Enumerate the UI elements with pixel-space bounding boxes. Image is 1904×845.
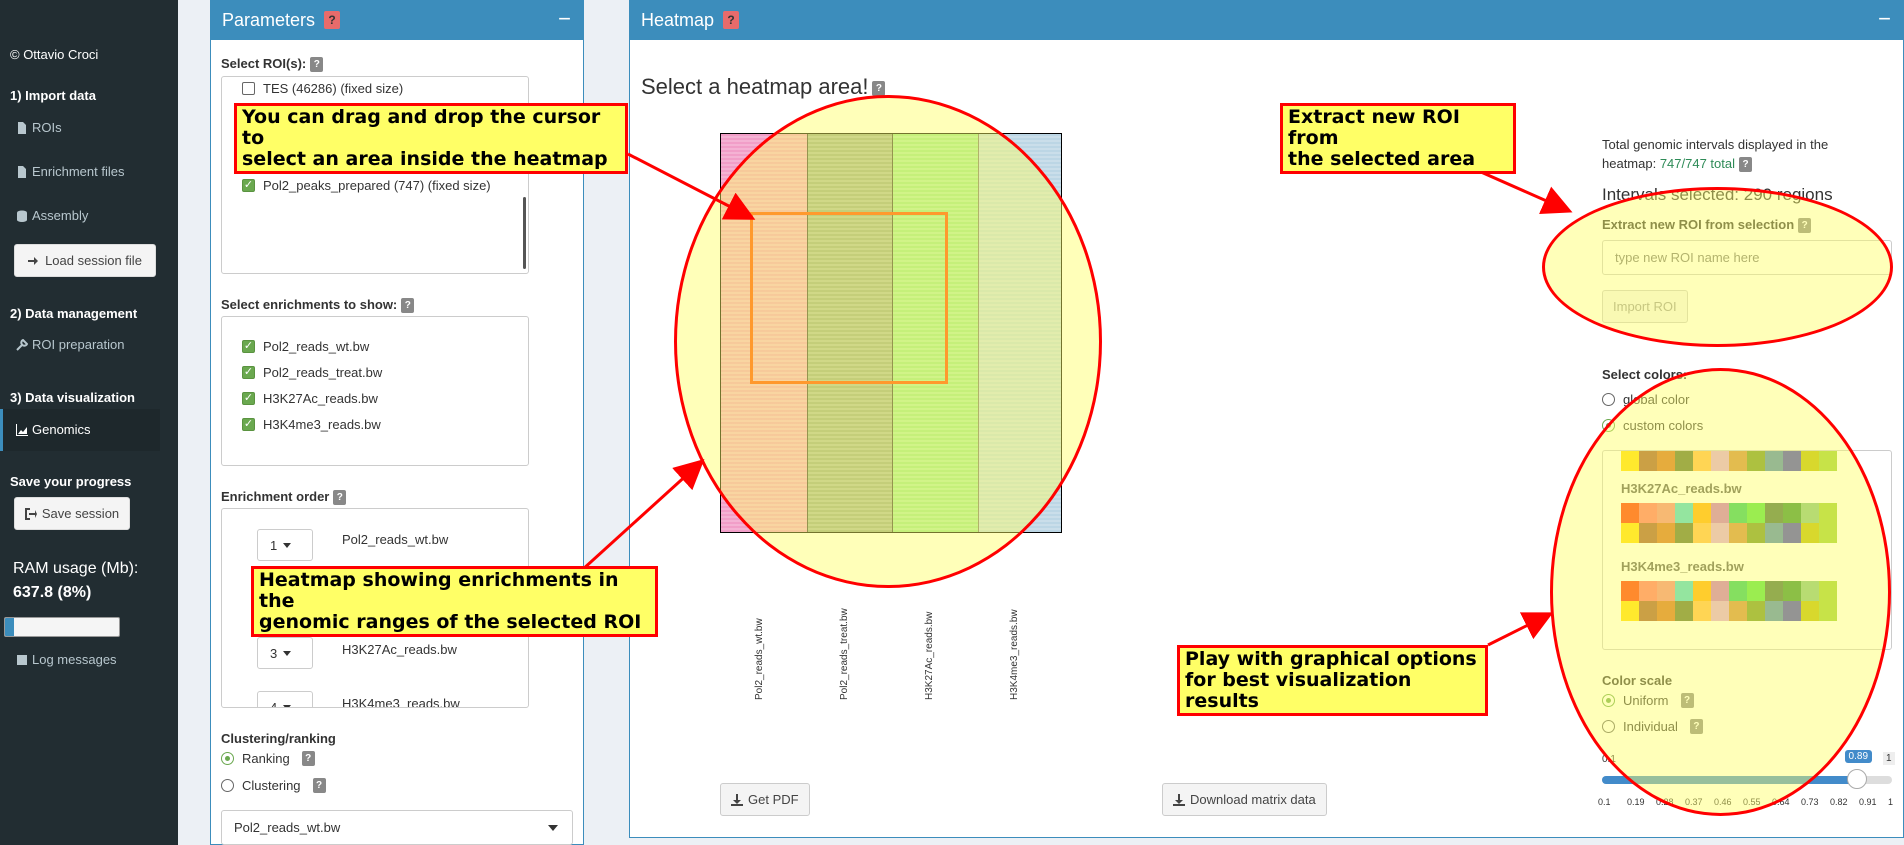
annotation-extract-callout: Extract new ROI from the selected area bbox=[1280, 103, 1516, 174]
annotation-heatmap-callout: Heatmap showing enrichments in the genom… bbox=[251, 566, 658, 637]
annotation-drag-callout: You can drag and drop the cursor to sele… bbox=[234, 103, 628, 174]
annotation-graphical-callout: Play with graphical options for best vis… bbox=[1177, 645, 1488, 716]
